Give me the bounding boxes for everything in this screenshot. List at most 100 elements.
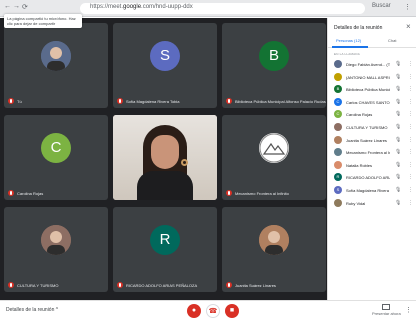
- avatar: [334, 135, 342, 144]
- more-options-icon[interactable]: ⋮: [408, 174, 413, 180]
- avatar: [41, 225, 71, 255]
- participant-row[interactable]: (ANTONIO MALL ASPRILLA) 🎙 ⋮: [328, 71, 416, 84]
- avatar: [334, 198, 342, 207]
- mic-off-icon[interactable]: 🎙: [395, 187, 401, 193]
- participant-name: RICARDO ADOLFO ARIAS...: [346, 175, 390, 181]
- avatar: B: [334, 85, 342, 94]
- mic-off-icon[interactable]: 🎙: [395, 174, 401, 180]
- participant-name: Sofía Magdalena Rivera Tobia: [117, 98, 180, 104]
- avatar: C: [41, 133, 71, 163]
- participant-tile[interactable]: CULTURA Y TURISMO: [4, 207, 108, 292]
- more-options-icon[interactable]: ⋮: [408, 162, 413, 168]
- browser-menu-icon[interactable]: ⋮: [404, 3, 411, 11]
- mic-off-icon: [226, 190, 232, 196]
- more-options-icon[interactable]: ⋮: [408, 61, 413, 67]
- participant-name: Natalia Robles: [346, 162, 373, 168]
- participant-name-text: Tú: [17, 98, 22, 104]
- more-options-icon[interactable]: ⋮: [408, 149, 413, 155]
- participant-name-text: CULTURA Y TURISMO: [17, 282, 59, 288]
- mic-off-icon[interactable]: 🎙: [395, 86, 401, 92]
- participant-row[interactable]: CULTURA Y TURISMO 🎙 ⋮: [328, 121, 416, 134]
- camera-off-icon[interactable]: ■: [225, 304, 239, 318]
- avatar: S: [150, 41, 180, 71]
- present-icon: [382, 304, 391, 310]
- participant-row[interactable]: Juanita Suárez Linares 🎙 ⋮: [328, 134, 416, 147]
- mic-off-icon[interactable]: 🎙: [395, 200, 401, 206]
- mic-off-icon: [226, 282, 232, 288]
- participant-name-text: RICARDO ADOLFO ARIAS PEÑALOZA: [126, 282, 198, 288]
- participant-tile[interactable]: R RICARDO ADOLFO ARIAS PEÑALOZA: [113, 207, 217, 292]
- mic-off-icon: [226, 98, 232, 104]
- participant-row[interactable]: Ruby Vidal 🎙 ⋮: [328, 197, 416, 210]
- video-stage: Tú S Sofía Magdalena Rivera Tobia B Bibliote…: [0, 18, 327, 300]
- mic-off-icon[interactable]: ●: [187, 304, 201, 318]
- participant-tile[interactable]: Tú: [4, 23, 108, 108]
- more-options-icon[interactable]: ⋮: [408, 74, 413, 80]
- tab-people[interactable]: Personas (12): [336, 38, 361, 43]
- participant-row[interactable]: C Carolina Rojas 🎙 ⋮: [328, 108, 416, 121]
- present-now-button[interactable]: Presentar ahora: [372, 304, 401, 316]
- participant-tile[interactable]: Mecanismo Frontera al Infinito: [222, 115, 326, 200]
- avatar: C: [334, 110, 342, 119]
- participant-name: Tú: [8, 98, 22, 104]
- avatar: [334, 60, 342, 68]
- more-options-icon[interactable]: ⋮: [405, 306, 412, 314]
- participant-tile[interactable]: C Carolina Rojas: [4, 115, 108, 200]
- mic-off-icon[interactable]: 🎙: [395, 137, 401, 143]
- speaker-face: [151, 135, 179, 169]
- mic-off-icon[interactable]: 🎙: [395, 162, 401, 168]
- mountain-logo-icon: [259, 133, 289, 163]
- mic-off-icon[interactable]: 🎙: [395, 111, 401, 117]
- participant-name: CULTURA Y TURISMO: [346, 124, 388, 130]
- reload-icon[interactable]: ⟳: [22, 3, 28, 11]
- more-options-icon[interactable]: ⋮: [408, 187, 413, 193]
- more-options-icon[interactable]: ⋮: [408, 99, 413, 105]
- participant-row[interactable]: Diego Fabián Avend... (Tú) 🎙 ⋮: [328, 58, 416, 71]
- more-options-icon[interactable]: ⋮: [408, 200, 413, 206]
- more-options-icon[interactable]: ⋮: [408, 124, 413, 130]
- avatar: [259, 225, 289, 255]
- participant-tile[interactable]: Juanita Suárez Linares: [222, 207, 326, 292]
- avatar: [334, 72, 342, 81]
- participant-name: Carlos CHAVES SANTOS: [346, 99, 390, 105]
- mic-sharing-toast[interactable]: La página compartió tu micrófono. Haz cl…: [4, 14, 82, 28]
- meeting-details-button[interactable]: Detalles de la reunión ^: [6, 307, 58, 313]
- participant-tile[interactable]: B Biblioteca Pública Municipal Alfonso Pa…: [222, 23, 326, 108]
- end-call-icon[interactable]: ☎: [206, 304, 220, 318]
- participant-row[interactable]: R RICARDO ADOLFO ARIAS... 🎙 ⋮: [328, 171, 416, 184]
- panel-tabs: Personas (12) Chat: [328, 36, 416, 48]
- participant-tile[interactable]: [113, 115, 217, 200]
- participant-row[interactable]: S Sofía Magdalena Rivera Tobia 🎙 ⋮: [328, 184, 416, 197]
- participant-name: CULTURA Y TURISMO: [8, 282, 59, 288]
- speaker-body: [137, 171, 193, 200]
- address-url: https://meet.google.com/hnd-uupp-ddx: [90, 4, 193, 10]
- more-options-icon[interactable]: ⋮: [408, 111, 413, 117]
- panel-title: Detalles de la reunión: [334, 25, 383, 31]
- address-bar[interactable]: https://meet.google.com/hnd-uupp-ddx: [80, 3, 365, 14]
- close-icon[interactable]: ×: [406, 22, 411, 31]
- participant-row[interactable]: Natalia Robles 🎙 ⋮: [328, 159, 416, 172]
- avatar: R: [150, 225, 180, 255]
- participant-name: Carolina Rojas: [346, 112, 373, 118]
- participant-name: RICARDO ADOLFO ARIAS PEÑALOZA: [117, 282, 197, 288]
- more-options-icon[interactable]: ⋮: [408, 86, 413, 92]
- tab-chat[interactable]: Chat: [388, 38, 396, 43]
- mic-off-icon[interactable]: 🎙: [395, 61, 401, 67]
- participant-tile[interactable]: S Sofía Magdalena Rivera Tobia: [113, 23, 217, 108]
- avatar: [334, 148, 342, 157]
- participant-row[interactable]: C Carlos CHAVES SANTOS 🎙 ⋮: [328, 96, 416, 109]
- avatar: [334, 160, 342, 169]
- participant-row[interactable]: B Biblioteca Pública Municipal 🎙 ⋮: [328, 83, 416, 96]
- mic-off-icon[interactable]: 🎙: [395, 74, 401, 80]
- mic-off-icon[interactable]: 🎙: [395, 149, 401, 155]
- mic-off-icon: [8, 282, 14, 288]
- avatar: R: [334, 173, 342, 182]
- mic-off-icon[interactable]: 🎙: [395, 124, 401, 130]
- meeting-controls-bar: Detalles de la reunión ^ ● ☎ ■ Presentar…: [0, 300, 416, 320]
- participant-name: (ANTONIO MALL ASPRILLA): [346, 74, 390, 80]
- forward-icon[interactable]: →: [13, 3, 20, 10]
- participant-row[interactable]: Mecanismo Frontera al Infinito 🎙 ⋮: [328, 146, 416, 159]
- mic-off-icon[interactable]: 🎙: [395, 99, 401, 105]
- more-options-icon[interactable]: ⋮: [408, 137, 413, 143]
- back-icon[interactable]: ←: [4, 3, 11, 10]
